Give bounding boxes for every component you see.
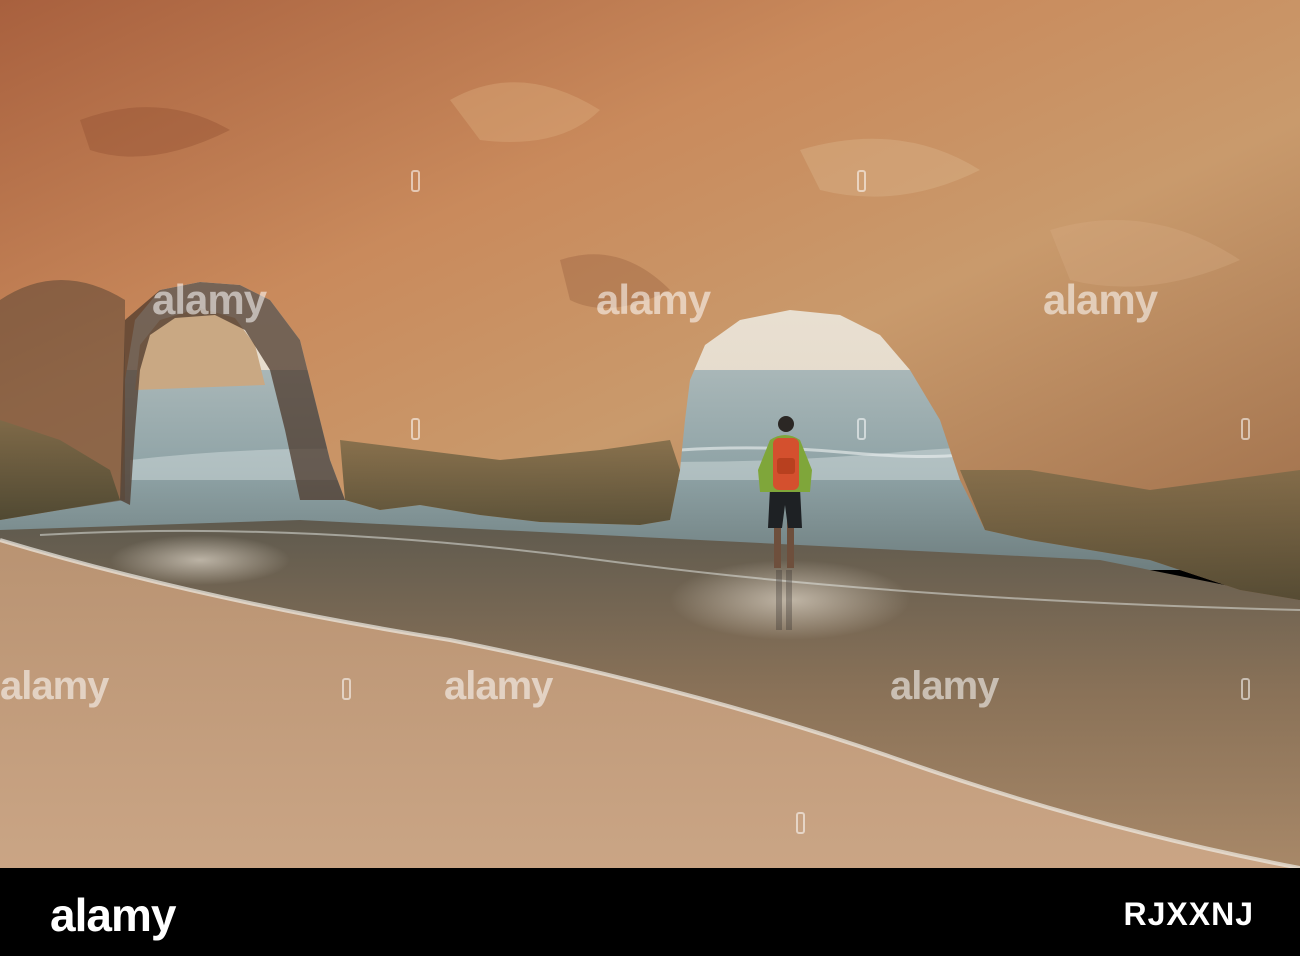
watermark-mark <box>411 170 420 192</box>
photo-illustration <box>0 0 1300 868</box>
watermark-mark <box>857 170 866 192</box>
watermark-mark <box>411 418 420 440</box>
watermark-text: alamy <box>0 664 109 708</box>
image-stage: alamy alamy alamy alamy alamy alamy alam… <box>0 0 1300 956</box>
watermark-text: alamy <box>152 276 267 323</box>
footer-bar: alamy RJXXNJ <box>0 868 1300 956</box>
watermark-mark <box>1241 678 1250 700</box>
watermark-mark <box>796 812 805 834</box>
beach-photo: alamy alamy alamy alamy alamy alamy <box>0 0 1300 868</box>
watermark-text: alamy <box>444 664 553 708</box>
watermark-text: alamy <box>1043 276 1158 323</box>
watermark-text: alamy <box>596 276 711 323</box>
watermark-text: alamy <box>890 664 999 708</box>
watermark-mark <box>857 418 866 440</box>
watermark-mark <box>1241 418 1250 440</box>
alamy-logo: alamy <box>50 889 176 941</box>
watermark-mark <box>342 678 351 700</box>
image-id-label: RJXXNJ <box>1123 896 1254 932</box>
